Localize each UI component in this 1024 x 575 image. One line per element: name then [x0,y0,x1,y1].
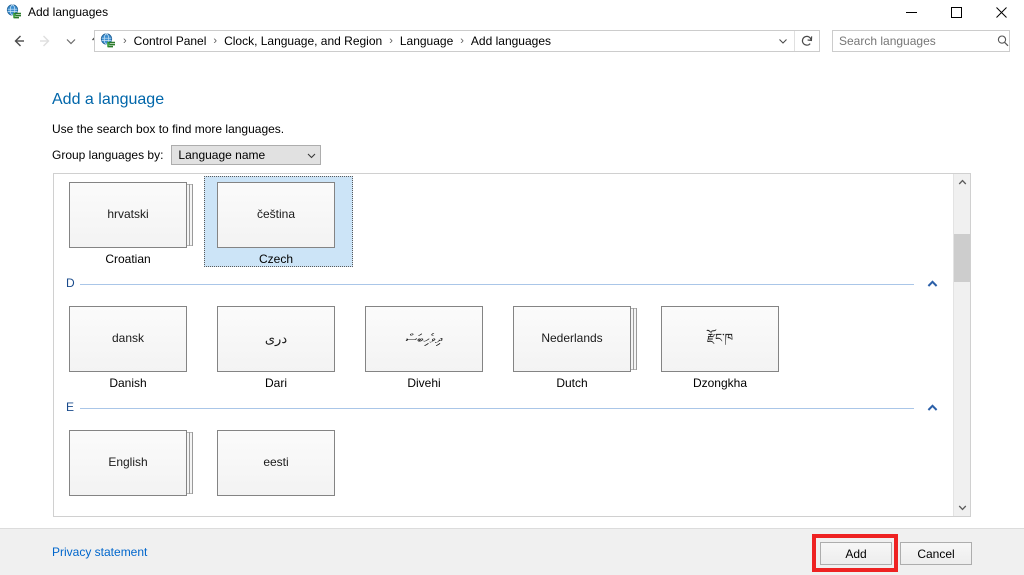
language-tile-danish[interactable]: dansk Danish [54,298,202,400]
stacked-variant-edge [633,308,634,370]
breadcrumb-separator: › [460,35,464,47]
recent-locations-chevron-icon[interactable] [58,28,84,54]
group-languages-by-row: Group languages by: Language name [52,145,322,165]
control-panel-globe-icon [100,33,116,49]
breadcrumb-separator: › [213,35,218,47]
cancel-button[interactable]: Cancel [900,542,972,565]
language-tile[interactable]: eesti [202,422,350,516]
language-english-name: Divehi [407,376,441,390]
breadcrumb-separator: › [123,35,127,47]
breadcrumb-add-languages[interactable]: Add languages [469,33,553,49]
language-tile-dzongkha[interactable]: རྫོང་ཁ Dzongkha [646,298,794,400]
language-tile-croatian[interactable]: hrvatski Croatian [54,174,202,276]
section-letter: E [66,400,75,414]
section-letter: D [66,276,75,290]
language-native-name: dansk [111,331,145,346]
language-list[interactable]: hrvatski Croatian čeština Czech Ddansk Danish… [53,173,971,517]
window-title-bar: Add languages [0,0,1024,24]
language-english-name: Dari [264,376,287,390]
privacy-statement-link[interactable]: Privacy statement [52,545,147,559]
language-english-name: Dzongkha [692,376,748,390]
address-dropdown-chevron-icon[interactable] [772,31,794,51]
breadcrumb-separator: › [389,35,393,47]
search-box[interactable] [832,30,1010,52]
group-by-dropdown[interactable]: Language name [171,145,322,165]
chevron-down-icon [302,150,320,161]
language-native-name: دری [264,330,288,346]
refresh-icon[interactable] [794,31,819,51]
stacked-variant-edge [189,184,190,246]
stacked-variant-edge [192,184,193,246]
language-tile-row: dansk Danish دری Dari ދިވެހިބަސް Divehi Nederl… [54,298,954,400]
search-icon[interactable] [996,31,1010,51]
language-tile-box: dansk [69,306,187,372]
collapse-chevron-icon[interactable] [924,277,940,291]
stacked-variant-edge [636,308,637,370]
main-content: Add a language Use the search box to fin… [0,58,1024,528]
language-list-scrollbar[interactable] [953,174,970,516]
language-tile-box: རྫོང་ཁ [661,306,779,372]
language-tile-box: ދިވެހިބަސް [365,306,483,372]
address-bar[interactable]: › Control Panel › Clock, Language, and R… [94,30,820,52]
language-tile-dari[interactable]: دری Dari [202,298,350,400]
section-header-D: D [54,276,954,298]
section-divider [80,284,914,285]
page-title: Add a language [52,91,165,108]
close-icon[interactable] [979,0,1024,24]
language-english-name: Croatian [105,252,151,266]
back-arrow-icon[interactable] [6,28,32,54]
language-tile[interactable]: English [54,422,202,516]
language-tile-box: Nederlands [513,306,631,372]
language-native-name: eesti [263,455,289,470]
language-tile-row: hrvatski Croatian čeština Czech [54,174,954,276]
minimize-icon[interactable] [889,0,934,24]
collapse-chevron-icon[interactable] [924,401,940,415]
stacked-variant-edge [189,432,190,494]
breadcrumb-clock-language-region[interactable]: Clock, Language, and Region [222,33,384,49]
add-button[interactable]: Add [820,542,892,565]
language-tile-dutch[interactable]: Nederlands Dutch [498,298,646,400]
scrollbar-thumb[interactable] [954,234,970,282]
scroll-up-arrow-icon[interactable] [954,174,970,191]
language-native-name: čeština [256,207,296,222]
search-input[interactable] [833,33,996,49]
language-english-name: Czech [258,252,293,266]
language-english-name: Dutch [556,376,588,390]
stacked-variant-edge [192,432,193,494]
language-native-name: རྫོང་ཁ [706,331,734,346]
window-controls [889,0,1024,24]
group-by-label: Group languages by: [52,148,164,162]
breadcrumb-language[interactable]: Language [398,33,455,49]
language-tile-row: English eesti [54,422,954,516]
language-tile-divehi[interactable]: ދިވެހިބަސް Divehi [350,298,498,400]
breadcrumb-control-panel[interactable]: Control Panel [132,33,209,49]
scroll-down-arrow-icon[interactable] [954,499,970,516]
language-native-name: Nederlands [541,331,603,346]
language-globe-icon [6,4,22,20]
language-native-name: ދިވެހިބަސް [405,330,443,346]
language-english-name: Danish [109,376,147,390]
language-tile-box: čeština [217,182,335,248]
language-native-name: English [108,455,148,470]
instruction-text: Use the search box to find more language… [52,122,285,136]
maximize-icon[interactable] [934,0,979,24]
section-divider [80,408,914,409]
language-native-name: hrvatski [107,207,149,222]
language-tile-box: eesti [217,430,335,496]
language-tile-czech[interactable]: čeština Czech [202,174,353,276]
forward-arrow-icon[interactable] [32,28,58,54]
language-tile-box: English [69,430,187,496]
language-tile-box: hrvatski [69,182,187,248]
section-header-E: E [54,400,954,422]
window-title: Add languages [28,5,109,19]
language-tile-box: دری [217,306,335,372]
group-by-value: Language name [178,148,266,162]
